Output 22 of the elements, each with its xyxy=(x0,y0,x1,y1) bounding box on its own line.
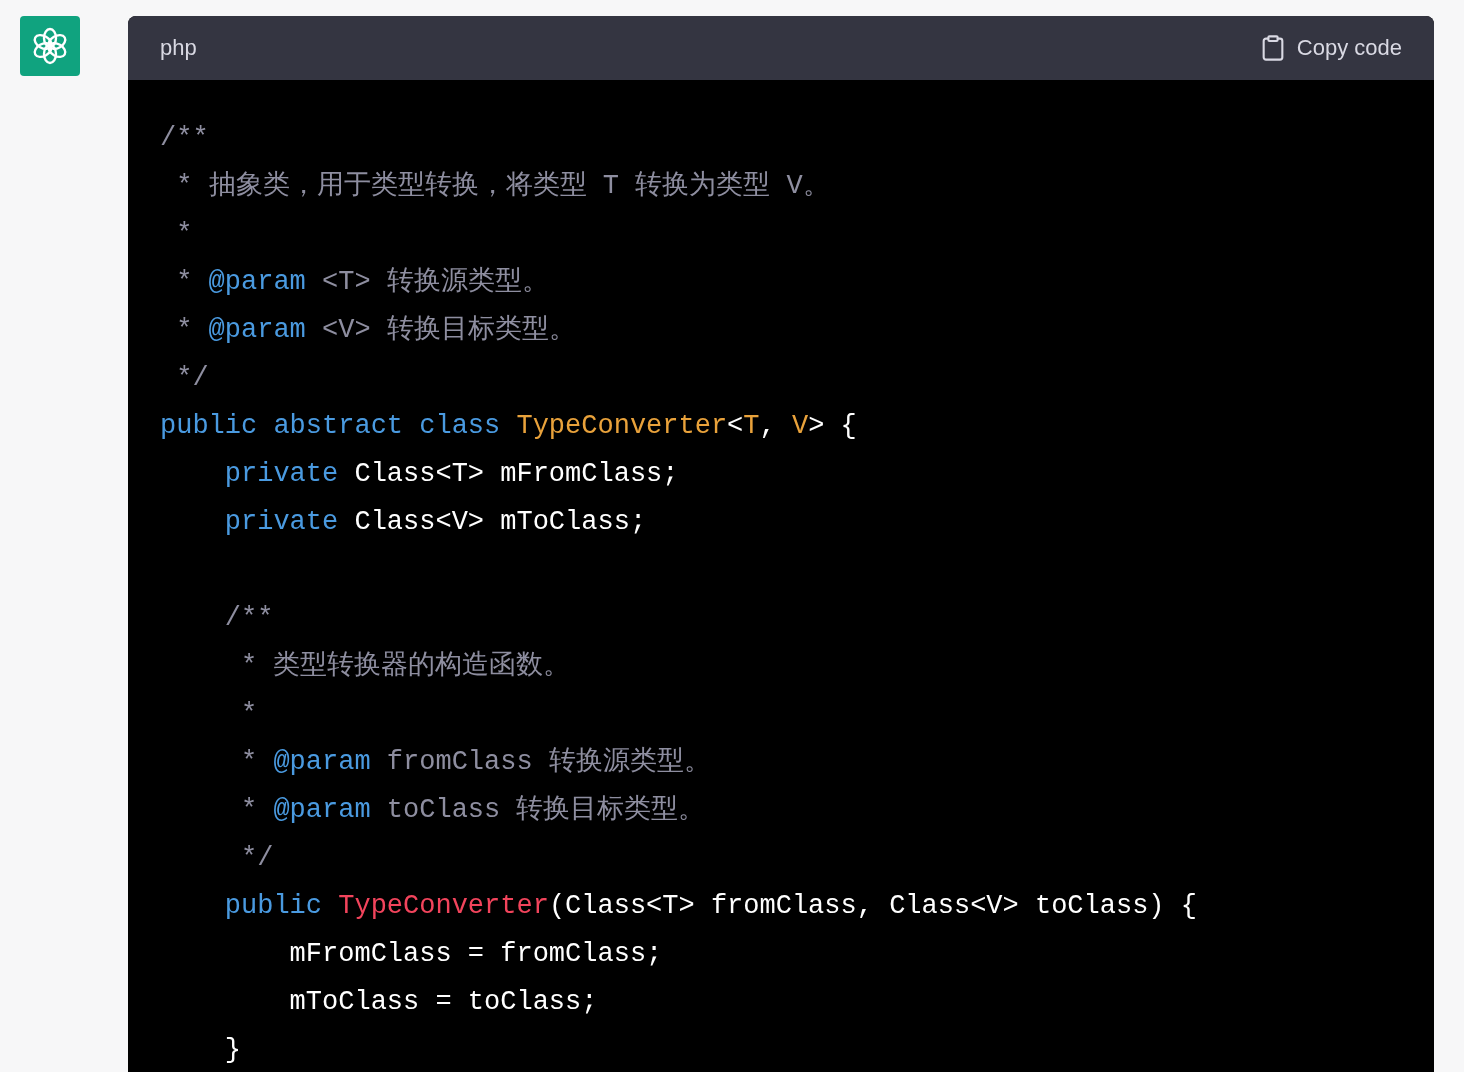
code-line: * xyxy=(175,218,193,251)
code-line: * xyxy=(240,698,258,731)
code-line: } xyxy=(223,1034,241,1067)
code-line: */ xyxy=(175,362,209,395)
code-line: */ xyxy=(240,842,274,875)
code-line: public abstract class TypeConverter<T, V> { xyxy=(160,410,857,443)
code-line: * 类型转换器的构造函数。 xyxy=(240,649,571,683)
code-line: private Class<T> mFromClass; xyxy=(223,458,679,491)
code-line: * @param <V> 转换目标类型。 xyxy=(175,314,576,347)
code-line: /** xyxy=(223,602,274,635)
code-line: mFromClass = fromClass; xyxy=(288,938,663,971)
code-line: * 抽象类，用于类型转换，将类型 T 转换为类型 V。 xyxy=(175,170,830,203)
code-line: * @param toClass 转换目标类型。 xyxy=(240,794,706,827)
code-line: * @param <T> 转换源类型。 xyxy=(175,266,549,299)
code-line: public TypeConverter(Class<T> fromClass, Class<V> toClass) { xyxy=(223,890,1197,923)
code-line: mToClass = toClass; xyxy=(288,986,598,1019)
copy-code-button[interactable]: Copy code xyxy=(1258,34,1402,62)
code-line: * @param fromClass 转换源类型。 xyxy=(240,746,711,779)
code-line: private Class<V> mToClass; xyxy=(223,506,647,539)
language-label: php xyxy=(160,35,197,61)
code-line: /** xyxy=(160,122,209,155)
knot-logo-icon xyxy=(20,16,80,76)
